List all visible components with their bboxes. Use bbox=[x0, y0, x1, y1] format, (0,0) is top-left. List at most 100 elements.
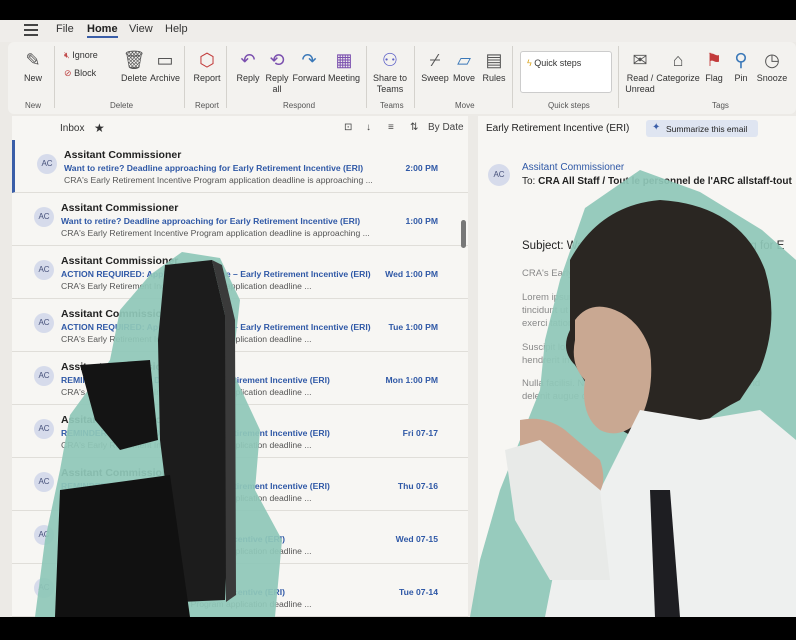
divider bbox=[184, 46, 185, 108]
sort-arrow-icon[interactable]: ↓ bbox=[366, 122, 371, 133]
group-label-respond: Respond bbox=[283, 101, 316, 110]
tab-home[interactable]: Home bbox=[87, 23, 118, 38]
filter-icon[interactable]: ≡ bbox=[388, 122, 394, 133]
divider bbox=[226, 46, 227, 108]
ignore-icon: 🔇︎ bbox=[64, 50, 70, 60]
forward-icon: ↷ bbox=[301, 50, 317, 70]
divider bbox=[54, 46, 55, 108]
recipient-link[interactable]: CRA All Staff / Tout le personnel de l'A… bbox=[538, 176, 792, 187]
meeting-button[interactable]: ▦ Meeting bbox=[326, 50, 362, 84]
rules-button[interactable]: ▤ Rules bbox=[480, 50, 508, 84]
lightning-icon: ϟ bbox=[527, 58, 532, 68]
sort-by-date[interactable]: By Date bbox=[428, 122, 464, 133]
report-button[interactable]: ⬡ Report bbox=[192, 50, 222, 84]
body-line: Lorem ipsum dolor sit amet, consectetur … bbox=[522, 292, 754, 303]
tab-file[interactable]: File bbox=[56, 23, 74, 35]
avatar: AC bbox=[488, 164, 510, 186]
broom-icon: ⌿ bbox=[429, 50, 441, 70]
move-button[interactable]: ▱ Move bbox=[450, 50, 478, 84]
avatar: AC bbox=[34, 207, 54, 227]
scrollbar[interactable] bbox=[461, 220, 466, 248]
sender-name: Assitant Commissioner bbox=[61, 414, 179, 426]
email-subject: REMINDER / RAPPEL: Deadline – Early Reti… bbox=[61, 481, 330, 491]
group-label-quick-steps: Quick steps bbox=[548, 101, 590, 110]
archive-button[interactable]: ▭ Archive bbox=[150, 50, 180, 84]
new-button[interactable]: ✎ New bbox=[20, 50, 46, 84]
message-list: Inbox ★ ⊡ ↓ ≡ ⇅ By Date AC Assitant Commi… bbox=[12, 116, 468, 617]
group-label-delete: Delete bbox=[110, 101, 134, 110]
email-subject: Want to retire? Deadline approaching for… bbox=[64, 163, 364, 173]
tab-help[interactable]: Help bbox=[165, 23, 188, 35]
sender-name: Assitant Commissioner bbox=[61, 467, 179, 479]
forward-button[interactable]: ↷ Forward bbox=[292, 50, 326, 84]
email-time: Fri 07-17 bbox=[402, 428, 438, 438]
sender-name: Assitant Commissioner bbox=[64, 149, 182, 161]
block-button[interactable]: ⊘ Block bbox=[64, 68, 96, 79]
body-line: exerci tation ullamcorper suscipit lobor… bbox=[522, 318, 751, 329]
snooze-button[interactable]: ◷ Snooze bbox=[756, 50, 788, 84]
body-line: Suscipit lobortis nisl ut aliquip ex ea … bbox=[522, 342, 763, 353]
menu-bar: File Home View Help bbox=[0, 20, 796, 42]
email-time: Wed 1:00 PM bbox=[385, 269, 438, 279]
sort-icon[interactable]: ⇅ bbox=[410, 122, 418, 133]
reply-all-button[interactable]: ⟲ Reply all bbox=[264, 50, 290, 95]
email-preview: CRA's Early Retirement Incentive Program… bbox=[61, 334, 312, 344]
email-preview: CRA's Early Retirement Incentive Program… bbox=[61, 493, 312, 503]
hamburger-menu-icon[interactable] bbox=[24, 24, 38, 36]
sender-name[interactable]: Assitant Commissioner bbox=[522, 162, 624, 173]
categorize-button[interactable]: ⌂ Categorize bbox=[656, 50, 700, 84]
email-preview: CRA's Early Retirement Incentive Program… bbox=[61, 440, 312, 450]
flag-button[interactable]: ⚑ Flag bbox=[702, 50, 726, 84]
avatar: AC bbox=[34, 472, 54, 492]
list-item[interactable]: AC Assitant Commissioner REMINDER / RAPPEL… bbox=[12, 405, 468, 458]
avatar: AC bbox=[34, 419, 54, 439]
list-item[interactable]: AC Assitant Commissioner Want to retire? D… bbox=[12, 193, 468, 246]
folder-title: Inbox bbox=[60, 123, 85, 134]
email-preview: CRA's Early Retirement Incentive Program… bbox=[61, 387, 312, 397]
summarize-button[interactable]: ✦ Summarize this email bbox=[646, 120, 758, 137]
copilot-icon: ✦ bbox=[652, 122, 661, 133]
list-item[interactable]: AC Assitant Commissioner REMINDER / RAPPEL… bbox=[12, 458, 468, 511]
tag-icon: ⌂ bbox=[672, 50, 684, 70]
divider bbox=[366, 46, 367, 108]
reading-title: Early Retirement Incentive (ERI) bbox=[486, 123, 630, 134]
body-line: CRA's Early Retirement Incentive ... bbox=[522, 268, 674, 279]
sweep-button[interactable]: ⌿ Sweep bbox=[420, 50, 450, 84]
sender-name: Assitant Commissioner bbox=[61, 520, 179, 532]
list-item[interactable]: AC Assitant Commissioner ACTION REQUIRED: … bbox=[12, 299, 468, 352]
tab-view[interactable]: View bbox=[129, 23, 153, 35]
folder-move-icon: ▱ bbox=[457, 50, 471, 70]
email-subject: ACTION REQUIRED: Application deadline – … bbox=[61, 322, 371, 332]
email-subject: REMINDER / RAPPEL: Deadline – Early Reti… bbox=[61, 375, 330, 385]
quick-steps-gallery[interactable]: ϟ Quick steps bbox=[520, 51, 612, 93]
recipients: To: CRA All Staff / Tout le personnel de… bbox=[522, 176, 792, 187]
new-mail-icon: ✎ bbox=[25, 50, 41, 70]
archive-icon: ▭ bbox=[156, 50, 174, 70]
ignore-button[interactable]: 🔇︎ Ignore bbox=[64, 50, 98, 61]
pin-button[interactable]: ⚲ Pin bbox=[730, 50, 752, 84]
email-subject: REMINDER / RAPPEL: Deadline – Early Reti… bbox=[61, 428, 330, 438]
group-label-move: Move bbox=[455, 101, 475, 110]
envelope-icon: ✉ bbox=[632, 50, 648, 70]
delete-button[interactable]: 🗑︎ Delete bbox=[120, 50, 148, 84]
list-item[interactable]: AC Assitant Commissioner Application deadl… bbox=[12, 511, 468, 564]
avatar: AC bbox=[34, 313, 54, 333]
select-icon[interactable]: ⊡ bbox=[344, 122, 352, 133]
list-item[interactable]: AC Assitant Commissioner Want to retire? D… bbox=[12, 140, 468, 193]
reply-button[interactable]: ↶ Reply bbox=[234, 50, 262, 84]
read-unread-button[interactable]: ✉ Read / Unread bbox=[624, 50, 656, 95]
avatar: AC bbox=[34, 578, 54, 598]
sender-name: Assitant Commissioner bbox=[61, 202, 179, 214]
divider bbox=[512, 46, 513, 108]
message-subject: Subject: Want to retire? Deadline approa… bbox=[522, 240, 785, 252]
trash-icon: 🗑︎ bbox=[122, 50, 146, 70]
list-item[interactable]: AC Assitant Commissioner ACTION REQUIRED: … bbox=[12, 246, 468, 299]
clock-icon: ◷ bbox=[764, 50, 780, 70]
list-item[interactable]: AC Assitant Commissioner REMINDER / RAPPEL… bbox=[12, 352, 468, 405]
app-window: File Home View Help ✎ New New 🔇︎ Ignore … bbox=[0, 20, 796, 617]
email-time: 2:00 PM bbox=[405, 163, 438, 173]
favorite-star-icon[interactable]: ★ bbox=[94, 121, 105, 135]
list-item[interactable]: AC Assitant Commissioner Application deadl… bbox=[12, 564, 468, 617]
avatar: AC bbox=[34, 525, 54, 545]
share-to-teams-button[interactable]: ⚇ Share to Teams bbox=[372, 50, 408, 95]
